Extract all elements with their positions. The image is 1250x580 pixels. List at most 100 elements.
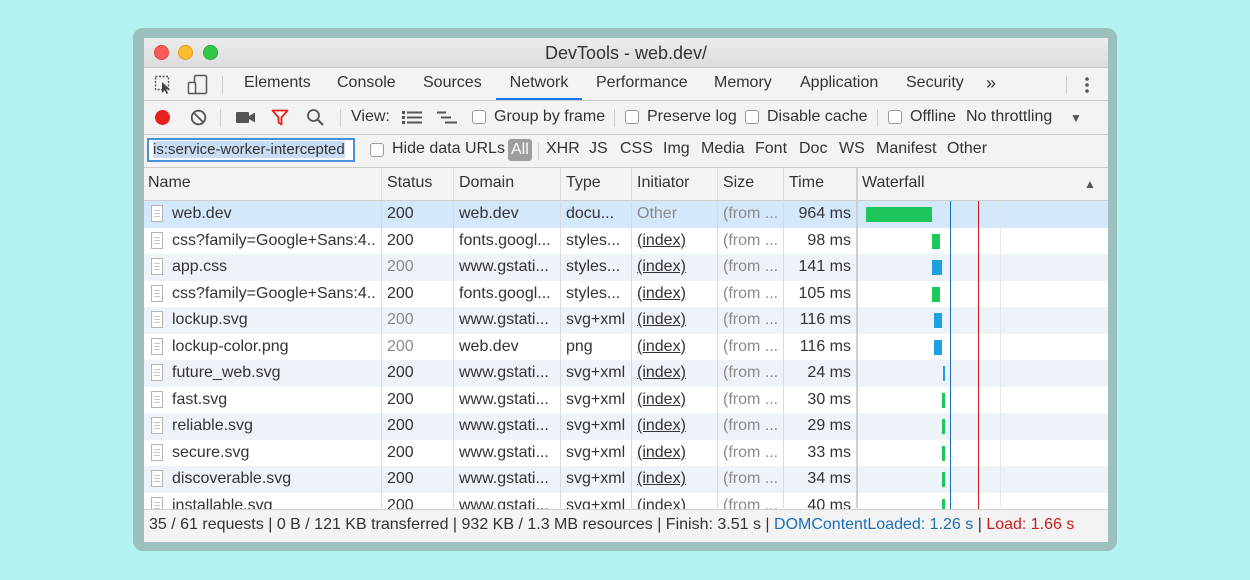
record-icon[interactable] <box>155 110 170 125</box>
tab-sources[interactable]: Sources <box>423 68 482 100</box>
request-initiator[interactable]: (index) <box>637 391 686 409</box>
filter-ws[interactable]: WS <box>839 140 865 158</box>
tab-security[interactable]: Security <box>906 68 964 100</box>
request-size: (from ... <box>723 364 779 381</box>
filter-xhr[interactable]: XHR <box>546 140 580 158</box>
column-header-time[interactable]: Time <box>789 174 824 192</box>
request-initiator[interactable]: (index) <box>637 497 686 510</box>
overview-waterfall-icon[interactable] <box>437 111 457 124</box>
request-type: svg+xml <box>566 443 626 461</box>
request-initiator[interactable]: (index) <box>637 470 686 488</box>
hide-data-urls-checkbox[interactable] <box>370 143 384 157</box>
request-time: 34 ms <box>807 470 851 487</box>
separator <box>222 76 223 94</box>
file-icon <box>151 364 163 381</box>
request-status: 200 <box>387 258 414 275</box>
clear-icon[interactable] <box>190 109 207 126</box>
table-row[interactable]: css?family=Google+Sans:4... 200 fonts.goog… <box>144 228 1108 255</box>
request-initiator[interactable]: (index) <box>637 232 686 250</box>
request-name: future_web.svg <box>172 364 281 381</box>
tab-memory[interactable]: Memory <box>714 68 772 100</box>
tab-performance[interactable]: Performance <box>596 68 688 100</box>
group-by-frame-checkbox[interactable] <box>472 110 486 124</box>
large-rows-icon[interactable] <box>402 111 422 124</box>
table-row[interactable]: reliable.svg 200 www.gstati... svg+xml (inde… <box>144 413 1108 440</box>
request-name: web.dev <box>172 205 232 222</box>
tab-application[interactable]: Application <box>800 68 878 100</box>
filter-font[interactable]: Font <box>755 140 787 158</box>
request-size: (from ... <box>723 496 779 510</box>
tab-elements[interactable]: Elements <box>244 68 311 100</box>
request-domain: www.gstati... <box>459 258 549 275</box>
request-initiator[interactable]: (index) <box>637 444 686 462</box>
column-divider <box>560 168 561 508</box>
column-header-initiator[interactable]: Initiator <box>637 174 689 192</box>
search-icon[interactable] <box>306 108 325 127</box>
request-domain: web.dev <box>459 337 519 355</box>
more-options-icon[interactable] <box>1084 76 1090 94</box>
column-header-name[interactable]: Name <box>148 174 191 192</box>
device-toolbar-icon[interactable] <box>187 74 209 96</box>
request-initiator[interactable]: (index) <box>637 417 686 435</box>
filter-img[interactable]: Img <box>663 140 690 158</box>
separator <box>538 143 539 160</box>
more-tabs-chevron-icon[interactable]: » <box>986 68 996 100</box>
inspect-element-icon[interactable] <box>154 75 174 95</box>
filter-css[interactable]: CSS <box>620 140 653 158</box>
request-time: 33 ms <box>807 443 851 461</box>
filter-all-button[interactable]: All <box>508 139 532 161</box>
request-name: fast.svg <box>172 390 228 408</box>
table-row[interactable]: fast.svg 200 www.gstati... svg+xml (index) (f… <box>144 387 1108 414</box>
preserve-log-label: Preserve log <box>647 108 737 125</box>
table-row[interactable]: app.css 200 www.gstati... styles... (index) (… <box>144 254 1108 281</box>
filter-other[interactable]: Other <box>947 140 987 158</box>
table-row[interactable]: discoverable.svg 200 www.gstati... svg+xml (… <box>144 466 1108 493</box>
resources-size: 932 KB / 1.3 MB resources <box>461 516 653 533</box>
table-row[interactable]: future_web.svg 200 www.gstati... svg+xml (in… <box>144 360 1108 387</box>
disable-cache-checkbox[interactable] <box>745 110 759 124</box>
table-row[interactable]: lockup-color.png 200 web.dev png (index) (fro… <box>144 334 1108 361</box>
request-initiator[interactable]: (index) <box>637 311 686 329</box>
filter-manifest[interactable]: Manifest <box>876 140 936 158</box>
tab-network[interactable]: Network <box>496 68 582 100</box>
filter-bar: is:service-worker-intercepted Hide data … <box>144 135 1108 168</box>
request-initiator[interactable]: (index) <box>637 285 686 303</box>
status-separator: | <box>765 516 775 533</box>
table-row[interactable]: secure.svg 200 www.gstati... svg+xml (index)… <box>144 440 1108 467</box>
filter-doc[interactable]: Doc <box>799 140 827 158</box>
throttling-dropdown-icon[interactable]: ▼ <box>1070 111 1082 125</box>
request-initiator[interactable]: (index) <box>637 258 686 276</box>
request-time: 24 ms <box>807 364 851 381</box>
filter-icon[interactable] <box>271 109 289 126</box>
filter-media[interactable]: Media <box>701 140 745 158</box>
request-time: 116 ms <box>799 337 851 355</box>
request-time: 40 ms <box>807 496 851 510</box>
table-row[interactable]: web.dev 200 web.dev docu... Other (from ... 96… <box>144 201 1108 228</box>
load-event-line <box>978 201 979 509</box>
offline-checkbox[interactable] <box>888 110 902 124</box>
preserve-log-checkbox[interactable] <box>625 110 639 124</box>
filter-input[interactable]: is:service-worker-intercepted <box>147 138 355 162</box>
waterfall-bar <box>942 498 945 509</box>
request-initiator[interactable]: (index) <box>637 364 686 382</box>
column-header-type[interactable]: Type <box>566 174 601 192</box>
column-header-waterfall[interactable]: Waterfall <box>862 174 925 192</box>
filter-js[interactable]: JS <box>589 140 608 158</box>
sort-ascending-icon[interactable]: ▲ <box>1084 177 1096 191</box>
column-header-domain[interactable]: Domain <box>459 174 514 192</box>
column-header-size[interactable]: Size <box>723 174 754 192</box>
throttling-select[interactable]: No throttling <box>966 108 1052 126</box>
separator <box>614 109 615 127</box>
request-status: 200 <box>387 390 414 408</box>
request-name: installable.svg <box>172 496 273 510</box>
screenshot-camera-icon[interactable] <box>236 111 256 124</box>
table-row[interactable]: css?family=Google+Sans:4... 200 fonts.goog… <box>144 281 1108 308</box>
table-row[interactable]: installable.svg 200 www.gstati... svg+xml (i… <box>144 493 1108 510</box>
file-icon <box>151 443 163 461</box>
request-initiator[interactable]: (index) <box>637 338 686 356</box>
waterfall-bar <box>942 445 945 461</box>
request-domain: www.gstati... <box>459 443 549 461</box>
tab-console[interactable]: Console <box>337 68 396 100</box>
table-row[interactable]: lockup.svg 200 www.gstati... svg+xml (index)… <box>144 307 1108 334</box>
column-header-status[interactable]: Status <box>387 174 432 192</box>
